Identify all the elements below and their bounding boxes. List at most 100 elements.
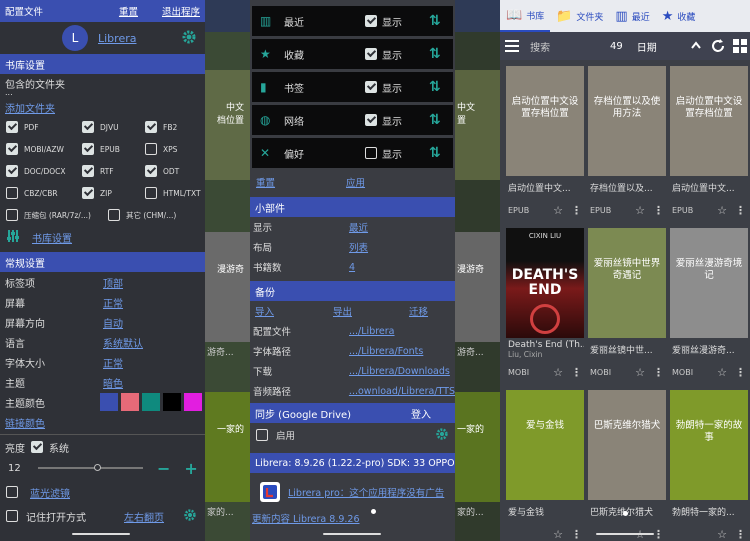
format-checkbox[interactable] bbox=[6, 165, 18, 177]
tab-book-open[interactable]: 📖 书库 bbox=[500, 0, 551, 32]
book-card[interactable]: CIXIN LIU DEATH'S END Death's End (Th... Li… bbox=[506, 228, 584, 384]
setting-value-link[interactable]: 正常 bbox=[103, 355, 123, 370]
setting-value-link[interactable]: 暗色 bbox=[103, 375, 123, 390]
reorder-arrows-icon[interactable]: ⇅ bbox=[429, 112, 453, 128]
add-folder-link[interactable]: 添加文件夹 bbox=[0, 100, 205, 115]
show-checkbox[interactable] bbox=[365, 147, 377, 159]
gear-icon[interactable] bbox=[183, 508, 197, 525]
reorder-arrows-icon[interactable]: ⇅ bbox=[429, 13, 453, 29]
more-vert-icon[interactable]: ⋮ bbox=[735, 204, 746, 217]
remember-open-mode[interactable]: 左右翻页 bbox=[124, 509, 164, 524]
other-formats-checkbox[interactable] bbox=[108, 209, 120, 221]
changelog-link[interactable]: 更新内容 Librera 8.9.26 bbox=[250, 511, 455, 525]
format-checkbox[interactable] bbox=[82, 121, 94, 133]
format-option[interactable]: MOBI/AZW bbox=[6, 140, 82, 158]
color-swatch[interactable] bbox=[184, 393, 202, 411]
librera-pro-link[interactable]: Librera pro：这个应用程序没有广告 bbox=[288, 485, 444, 499]
reorder-arrows-icon[interactable]: ⇅ bbox=[429, 46, 453, 62]
setting-value-link[interactable]: 顶部 bbox=[103, 275, 123, 290]
path-value-link[interactable]: .../Librera/Downloads bbox=[349, 366, 450, 377]
book-cover[interactable]: CIXIN LIU DEATH'S END bbox=[506, 228, 584, 338]
more-vert-icon[interactable]: ⋮ bbox=[735, 528, 746, 541]
more-vert-icon[interactable]: ⋮ bbox=[653, 204, 664, 217]
format-option[interactable]: FB2 bbox=[145, 118, 205, 136]
slider-thumb[interactable] bbox=[94, 464, 101, 471]
star-icon[interactable]: ☆ bbox=[635, 204, 645, 217]
format-option[interactable]: RTF bbox=[82, 162, 145, 180]
brightness-system-checkbox[interactable] bbox=[31, 441, 43, 453]
format-checkbox[interactable] bbox=[6, 187, 18, 199]
book-card[interactable]: 勃朗特一家的故事 勃朗特一家的... ☆ ⋮ bbox=[670, 390, 748, 541]
more-vert-icon[interactable]: ⋮ bbox=[571, 204, 582, 217]
book-cover[interactable]: 启动位置中文设置存档位置 bbox=[506, 66, 584, 176]
gear-icon[interactable] bbox=[435, 427, 449, 444]
more-vert-icon[interactable]: ⋮ bbox=[653, 528, 664, 541]
refresh-icon[interactable] bbox=[705, 38, 729, 54]
more-vert-icon[interactable]: ⋮ bbox=[735, 366, 746, 379]
link-color-link[interactable]: 链接颜色 bbox=[0, 412, 205, 432]
format-option[interactable]: ODT bbox=[145, 162, 205, 180]
format-checkbox[interactable] bbox=[145, 143, 157, 155]
book-cover[interactable]: 爱与金钱 bbox=[506, 390, 584, 500]
star-icon[interactable]: ☆ bbox=[717, 204, 727, 217]
book-card[interactable]: 爱丽丝镜中世界奇遇记 爱丽丝镜中世... MOBI ☆ ⋮ bbox=[588, 228, 666, 384]
blue-filter-link[interactable]: 蓝光滤镜 bbox=[30, 485, 70, 500]
setting-value-link[interactable]: 最近 bbox=[349, 220, 368, 234]
star-icon[interactable]: ☆ bbox=[717, 528, 727, 541]
exit-button[interactable]: 退出程序 bbox=[162, 4, 200, 18]
book-card[interactable]: 爱与金钱 爱与金钱 ☆ ⋮ bbox=[506, 390, 584, 541]
format-option[interactable]: ZIP bbox=[82, 184, 145, 202]
color-swatch[interactable] bbox=[121, 393, 139, 411]
minus-icon[interactable]: − bbox=[157, 459, 170, 478]
setting-value-link[interactable]: 系统默认 bbox=[103, 335, 143, 350]
book-card[interactable]: 启动位置中文设置存档位置 启动位置中文... EPUB ☆ ⋮ bbox=[670, 66, 748, 222]
path-value-link[interactable]: .../Librera/Fonts bbox=[349, 346, 423, 357]
more-vert-icon[interactable]: ⋮ bbox=[571, 366, 582, 379]
book-cover[interactable]: 存档位置以及使用方法 bbox=[588, 66, 666, 176]
grid-view-icon[interactable] bbox=[730, 39, 750, 53]
brightness-slider[interactable] bbox=[38, 464, 143, 471]
archive-checkbox[interactable] bbox=[6, 209, 18, 221]
show-checkbox[interactable] bbox=[365, 81, 377, 93]
sync-enable-checkbox[interactable] bbox=[256, 429, 268, 441]
search-input[interactable]: 搜索 bbox=[524, 39, 604, 54]
book-cover[interactable]: 爱丽丝镜中世界奇遇记 bbox=[588, 228, 666, 338]
format-checkbox[interactable] bbox=[6, 121, 18, 133]
book-cover[interactable]: 巴斯克维尔猎犬 bbox=[588, 390, 666, 500]
book-cover[interactable]: 启动位置中文设置存档位置 bbox=[670, 66, 748, 176]
gear-icon[interactable] bbox=[181, 29, 197, 48]
blue-filter-checkbox[interactable] bbox=[6, 486, 18, 498]
book-cover[interactable]: 勃朗特一家的故事 bbox=[670, 390, 748, 500]
sync-login-button[interactable]: 登入 bbox=[411, 406, 431, 421]
format-checkbox[interactable] bbox=[82, 187, 94, 199]
format-checkbox[interactable] bbox=[82, 143, 94, 155]
color-swatch[interactable] bbox=[163, 393, 181, 411]
format-option[interactable]: DJVU bbox=[82, 118, 145, 136]
star-icon[interactable]: ☆ bbox=[635, 366, 645, 379]
format-option[interactable]: XPS bbox=[145, 140, 205, 158]
library-settings-link-row[interactable]: 书库设置 bbox=[0, 224, 205, 250]
format-checkbox[interactable] bbox=[145, 121, 157, 133]
star-icon[interactable]: ☆ bbox=[553, 366, 563, 379]
hamburger-menu-icon[interactable] bbox=[500, 40, 524, 52]
setting-value-link[interactable]: 正常 bbox=[103, 295, 123, 310]
reset-link[interactable]: 重置 bbox=[256, 175, 346, 189]
reset-button[interactable]: 重置 bbox=[119, 4, 138, 18]
format-checkbox[interactable] bbox=[6, 143, 18, 155]
export-link[interactable]: 导出 bbox=[333, 304, 409, 318]
show-checkbox[interactable] bbox=[365, 15, 377, 27]
tab-bookshelf[interactable]: ▥ 最近 bbox=[609, 0, 655, 32]
book-card[interactable]: 巴斯克维尔猎犬巴斯克维尔猎犬☆⋮ bbox=[588, 390, 666, 541]
color-swatch[interactable] bbox=[100, 393, 118, 411]
reorder-arrows-icon[interactable]: ⇅ bbox=[429, 79, 453, 95]
path-value-link[interactable]: .../Librera bbox=[349, 326, 395, 337]
book-card[interactable]: 爱丽丝漫游奇境记 爱丽丝漫游奇... MOBI ☆ ⋮ bbox=[670, 228, 748, 384]
tab-folder[interactable]: 📁 文件夹 bbox=[550, 0, 609, 32]
format-option[interactable]: CBZ/CBR bbox=[6, 184, 82, 202]
sort-field[interactable]: 日期 bbox=[633, 39, 691, 54]
star-icon[interactable]: ☆ bbox=[553, 204, 563, 217]
format-checkbox[interactable] bbox=[145, 187, 157, 199]
plus-icon[interactable]: + bbox=[184, 459, 197, 478]
format-option[interactable]: HTML/TXT bbox=[145, 184, 205, 202]
sort-ascending-icon[interactable] bbox=[690, 40, 706, 52]
